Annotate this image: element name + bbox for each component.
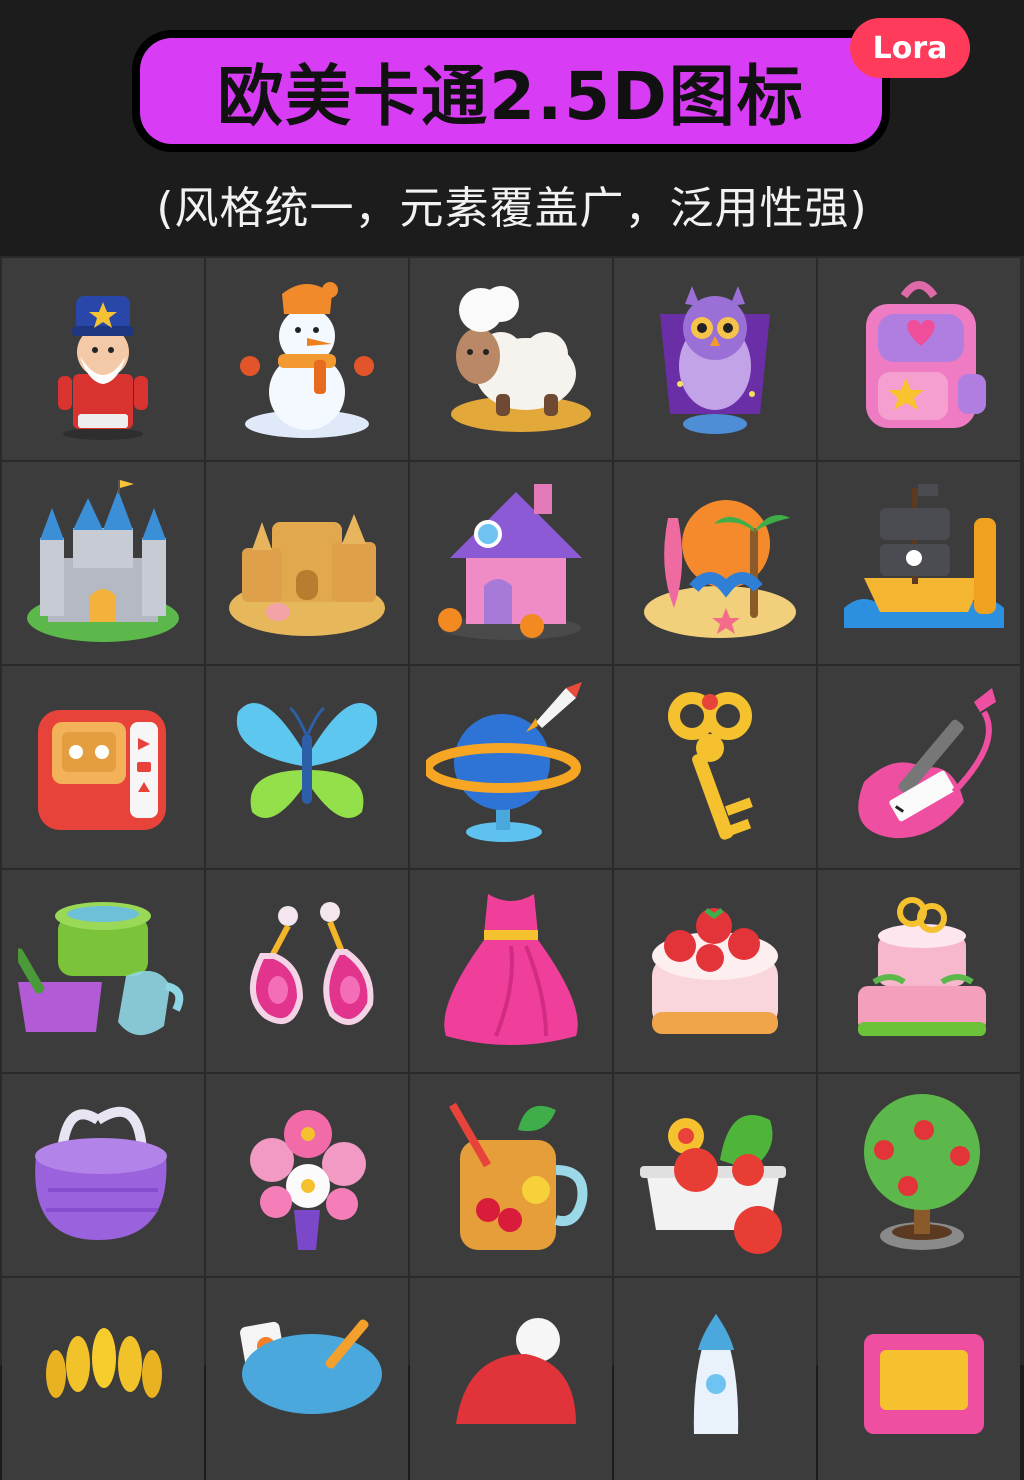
icon-grid (0, 256, 1024, 1480)
paint-palette-icon (206, 1278, 408, 1480)
keytar-guitar-icon (818, 666, 1020, 868)
globe-rocket-icon (410, 666, 612, 868)
strawberry-cake-icon (614, 870, 816, 1072)
beach-island-icon (614, 462, 816, 664)
rocket-icon (614, 1278, 816, 1480)
sheep-icon (410, 258, 612, 460)
house-icon (410, 462, 612, 664)
nutcracker-icon (2, 258, 204, 460)
page-title: 欧美卡通2.5D图标 (217, 58, 805, 135)
juice-jar-icon (410, 1074, 612, 1276)
sandcastle-icon (206, 462, 408, 664)
snowman-icon (206, 258, 408, 460)
flower-bouquet-icon (206, 1074, 408, 1276)
dress-icon (410, 870, 612, 1072)
header: 欧美卡通2.5D图标 Lora (风格统一，元素覆盖广，泛用性强) (0, 0, 1024, 256)
owl-icon (614, 258, 816, 460)
pink-box-icon (818, 1278, 1020, 1480)
salad-box-icon (614, 1074, 816, 1276)
layer-cake-icon (818, 870, 1020, 1072)
beanie-hat-icon (410, 1278, 612, 1480)
knit-basket-icon (2, 1074, 204, 1276)
page-subtitle: (风格统一，元素覆盖广，泛用性强) (156, 183, 868, 234)
cassette-player-icon (2, 666, 204, 868)
earrings-icon (206, 870, 408, 1072)
backpack-icon (818, 258, 1020, 460)
pirate-ship-icon (818, 462, 1020, 664)
title-banner: 欧美卡通2.5D图标 (132, 30, 890, 152)
cooking-pot-icon (2, 870, 204, 1072)
castle-icon (2, 462, 204, 664)
lora-badge: Lora (850, 18, 970, 78)
apple-tree-icon (818, 1074, 1020, 1276)
key-icon (614, 666, 816, 868)
wheat-icon (2, 1278, 204, 1480)
butterfly-icon (206, 666, 408, 868)
